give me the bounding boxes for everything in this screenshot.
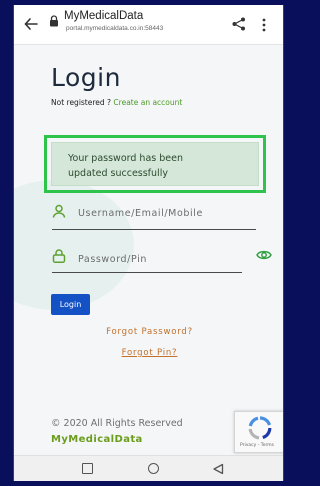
brand-name: MyMedicalData bbox=[51, 434, 143, 445]
username-underline bbox=[52, 229, 256, 230]
recent-apps-icon[interactable] bbox=[82, 463, 93, 474]
password-input[interactable]: Password/Pin bbox=[78, 254, 147, 265]
not-registered-text: Not registered ? bbox=[51, 98, 112, 107]
username-input[interactable]: Username/Email/Mobile bbox=[78, 208, 203, 219]
recaptcha-icon bbox=[248, 416, 272, 440]
copyright-text: © 2020 All Rights Reserved bbox=[51, 418, 183, 429]
success-alert-body: Your password has been updated successfu… bbox=[51, 142, 259, 186]
register-prompt: Not registered ? Create an account bbox=[51, 98, 182, 107]
nav-back-icon[interactable] bbox=[212, 463, 224, 475]
browser-address-bar: MyMedicalData portal.mymedicaldata.co.in… bbox=[14, 5, 283, 45]
site-url[interactable]: portal.mymedicaldata.co.in:58443 bbox=[66, 25, 163, 32]
phone-screen: MyMedicalData portal.mymedicaldata.co.in… bbox=[13, 5, 284, 481]
decorative-background-shape bbox=[14, 180, 134, 310]
lock-icon bbox=[50, 15, 58, 27]
alert-message-line1: Your password has been bbox=[68, 153, 183, 164]
android-nav-bar bbox=[14, 455, 283, 481]
password-underline bbox=[52, 272, 242, 273]
more-options-icon[interactable] bbox=[262, 18, 266, 32]
share-icon[interactable] bbox=[232, 17, 246, 31]
login-button[interactable]: Login bbox=[51, 294, 90, 315]
user-icon bbox=[52, 204, 66, 218]
alert-message-line2: updated successfully bbox=[68, 168, 168, 179]
home-icon[interactable] bbox=[148, 463, 159, 474]
forgot-pin-link[interactable]: Forgot Pin? bbox=[14, 348, 283, 358]
lock-outline-icon bbox=[52, 249, 66, 263]
site-title[interactable]: MyMedicalData bbox=[64, 10, 143, 22]
forgot-password-link[interactable]: Forgot Password? bbox=[14, 327, 283, 337]
back-arrow-icon[interactable] bbox=[24, 17, 38, 31]
eye-icon[interactable] bbox=[256, 249, 272, 261]
page-title: Login bbox=[51, 63, 121, 92]
success-alert: Your password has been updated successfu… bbox=[44, 135, 266, 193]
recaptcha-links[interactable]: Privacy - Terms bbox=[240, 443, 274, 448]
create-account-link[interactable]: Create an account bbox=[113, 98, 182, 107]
recaptcha-badge[interactable]: Privacy - Terms bbox=[234, 411, 283, 453]
